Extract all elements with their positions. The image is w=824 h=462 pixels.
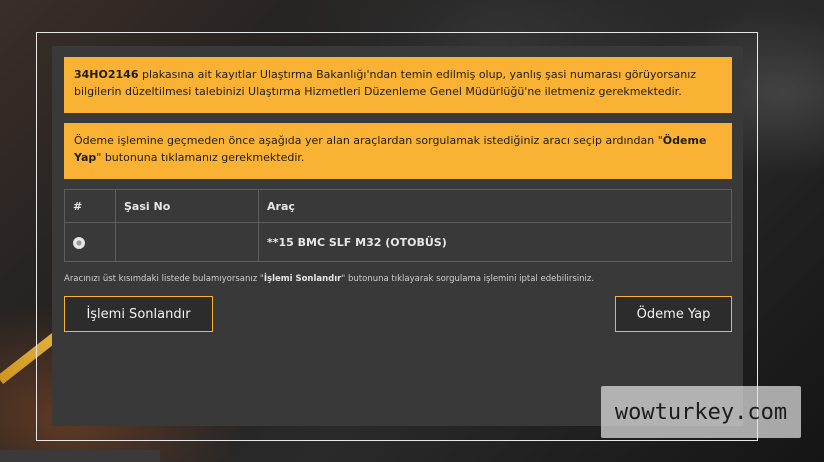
vehicle-radio-button[interactable] bbox=[73, 236, 85, 249]
end-process-button[interactable]: İşlemi Sonlandır bbox=[64, 296, 213, 332]
column-header-arac: Araç bbox=[258, 189, 732, 223]
table-row[interactable]: **15 BMC SLF M32 (OTOBÜS) bbox=[64, 222, 732, 262]
column-header-hash: # bbox=[64, 189, 116, 223]
arac-cell: **15 BMC SLF M32 (OTOBÜS) bbox=[258, 222, 732, 262]
plate-number: 34HO2146 bbox=[74, 68, 139, 81]
cancel-hint-note: Aracınızı üst kısımdaki listede bulamıyo… bbox=[64, 274, 732, 284]
vehicle-select-cell[interactable] bbox=[64, 222, 116, 262]
alert-payment-text-after: " butonuna tıklamanız gerekmektedir. bbox=[96, 151, 305, 164]
table-header-row: # Şasi No Araç bbox=[64, 189, 732, 223]
note-text-before: Aracınızı üst kısımdaki listede bulamıyo… bbox=[64, 274, 264, 284]
watermark: wowturkey.com bbox=[601, 386, 801, 438]
note-highlight: İşlemi Sonlandır bbox=[263, 274, 342, 284]
alert-records-text: plakasına ait kayıtlar Ulaştırma Bakanlı… bbox=[74, 68, 697, 98]
vehicle-table: # Şasi No Araç **15 BMC SLF M32 (OTOBÜS) bbox=[64, 189, 732, 262]
note-text-after: " butonuna tıklayarak sorgulama işlemini… bbox=[341, 274, 595, 284]
info-alert-payment: Ödeme işlemine geçmeden önce aşağıda yer… bbox=[64, 123, 732, 179]
pay-button[interactable]: Ödeme Yap bbox=[615, 296, 732, 332]
alert-payment-text-before: Ödeme işlemine geçmeden önce aşağıda yer… bbox=[74, 134, 663, 147]
sasi-no-cell bbox=[115, 222, 259, 262]
info-alert-records: 34HO2146 plakasına ait kayıtlar Ulaştırm… bbox=[64, 57, 732, 113]
column-header-sasi: Şasi No bbox=[115, 189, 259, 223]
bottom-left-bar bbox=[0, 450, 160, 462]
